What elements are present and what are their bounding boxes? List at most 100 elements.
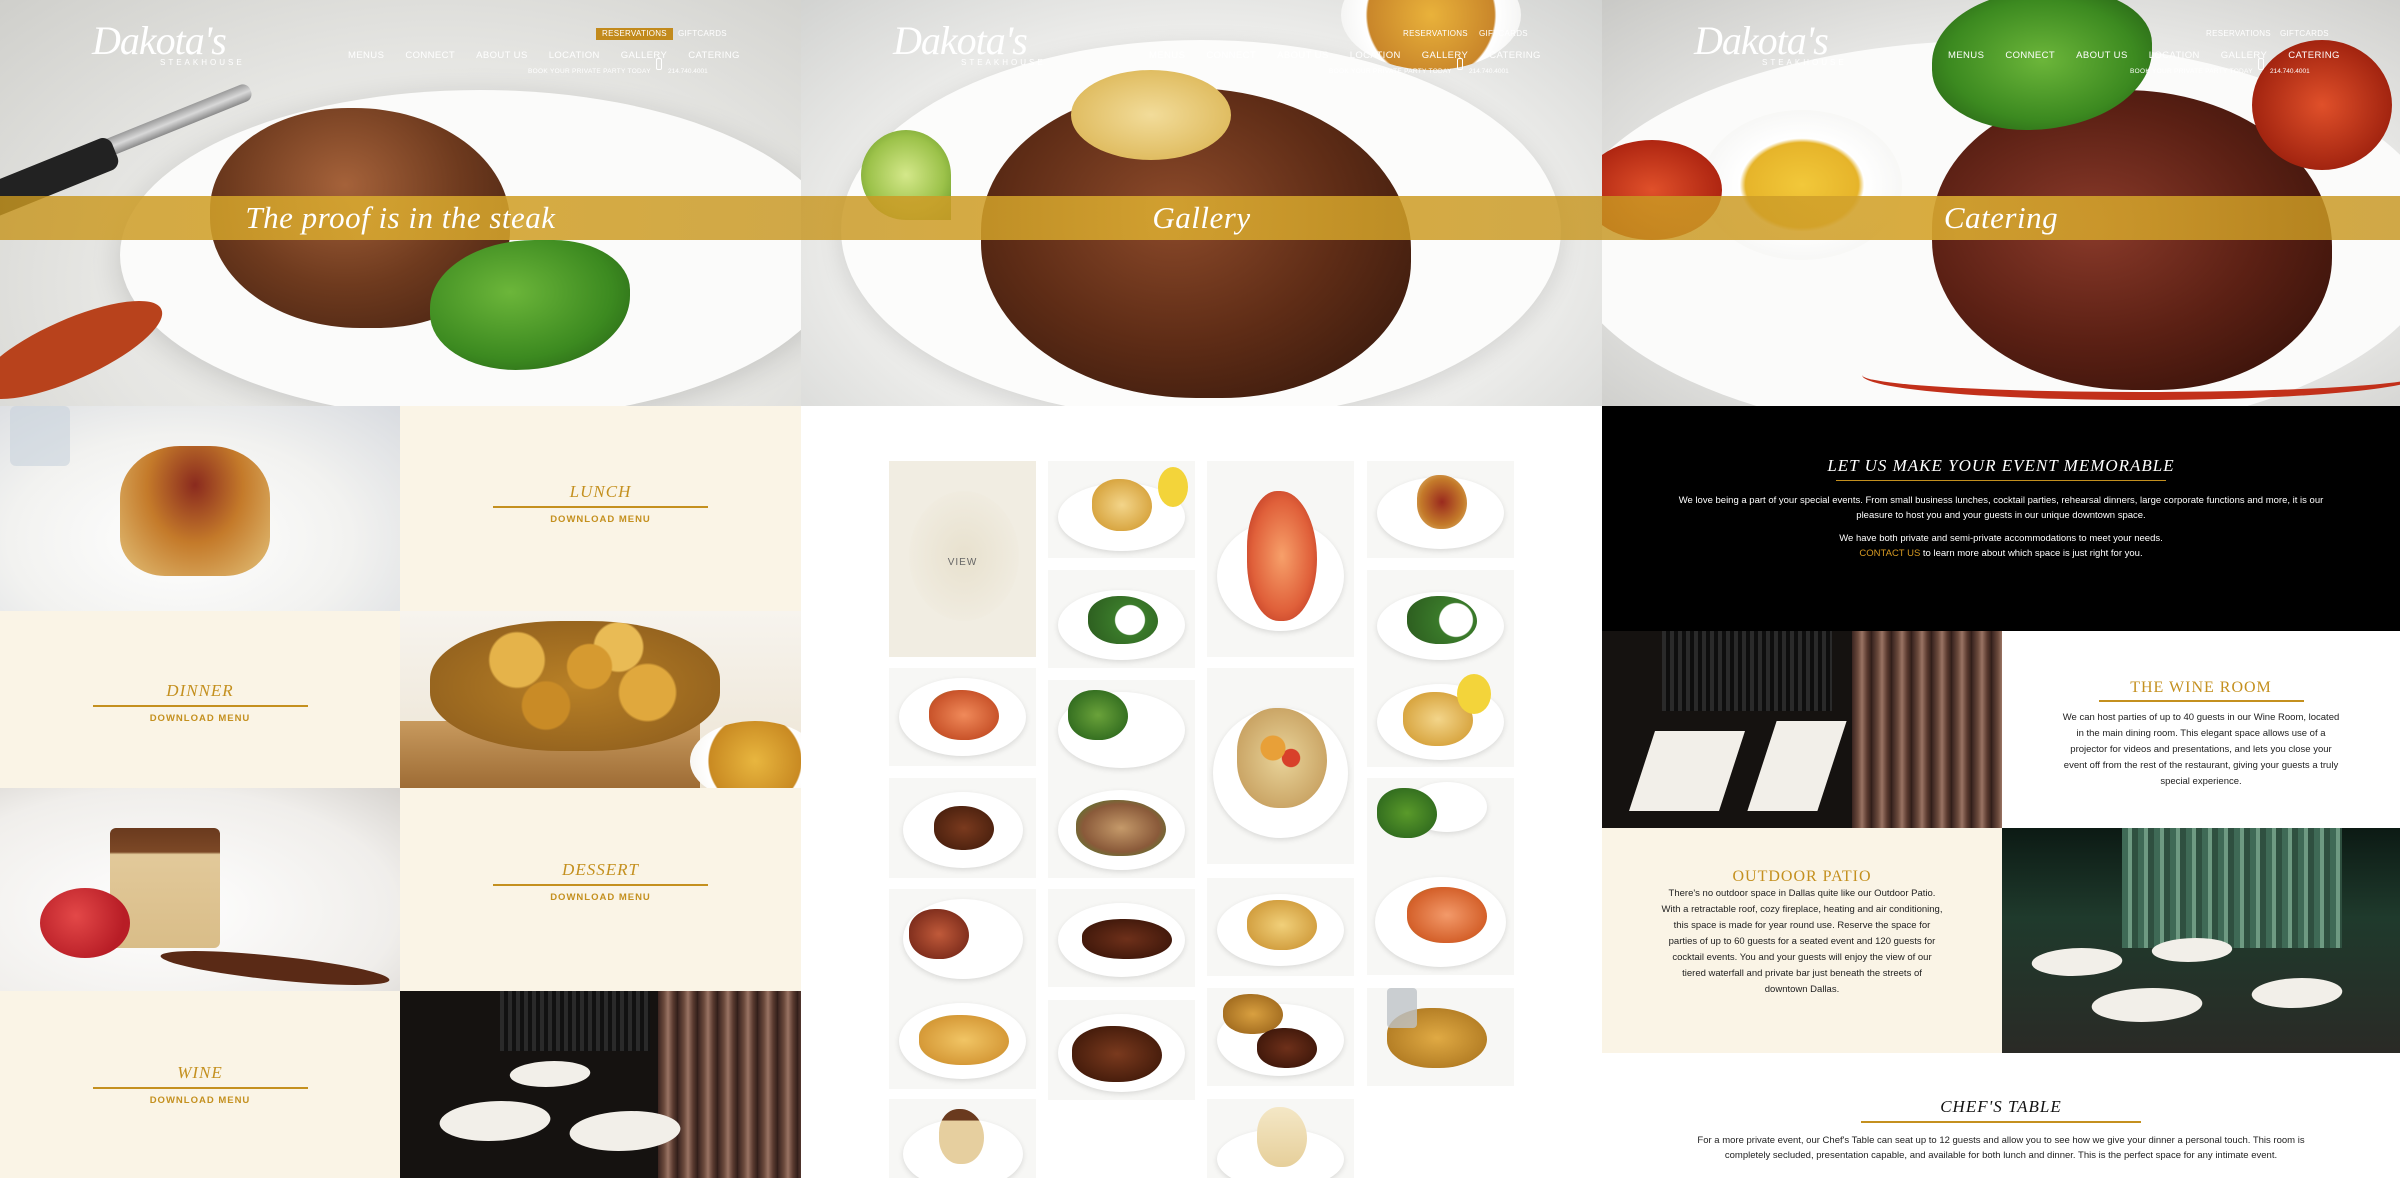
main-nav: MENUS CONNECT ABOUT US LOCATION GALLERY … [348,50,761,61]
phone-icon [656,58,662,70]
lunch-download-link[interactable]: DOWNLOAD MENU [400,514,801,525]
gallery-photo[interactable] [1048,778,1195,878]
gallery-photo[interactable] [889,778,1036,878]
nav-about-us[interactable]: ABOUT US [1277,50,1329,61]
nav-catering[interactable]: CATERING [1489,50,1541,61]
long-table [1629,731,1745,811]
nav-location[interactable]: LOCATION [549,50,600,61]
gallery-photo[interactable] [1048,680,1195,778]
dessert-photo [0,788,400,991]
chocolate-sauce [159,944,391,991]
reservations-link[interactable]: RESERVATIONS [2200,28,2277,40]
curtain [1852,631,2002,828]
gallery-photo[interactable] [1207,668,1354,864]
nav-connect[interactable]: CONNECT [1206,50,1256,61]
gallery-photo[interactable] [1048,461,1195,558]
logo-subtitle: STEAKHOUSE [160,58,245,67]
gallery-page-panel: Gallery Dakota's STEAKHOUSE RESERVATIONS… [801,0,1602,1178]
gallery-photo[interactable] [1207,1099,1354,1178]
gallery-photo[interactable] [1367,857,1514,975]
menus-page-panel: The proof is in the steak Dakota's STEAK… [0,0,801,1178]
contact-us-link[interactable]: CONTACT US [1859,548,1920,559]
phone-number[interactable]: 214.740.4001 [2270,68,2310,75]
logo[interactable]: Dakota's STEAKHOUSE [893,21,1046,68]
fried-bites [430,621,720,751]
intro-contact-line: CONTACT US to learn more about which spa… [1671,546,2331,561]
gallery-photo[interactable] [1367,988,1514,1086]
giftcards-link[interactable]: GIFTCARDS [1473,28,1534,40]
wine-room-photo [1602,631,2002,828]
lunch-title: LUNCH [569,482,632,501]
nav-about-us[interactable]: ABOUT US [2076,50,2128,61]
gallery-photo[interactable] [889,989,1036,1089]
gallery-photo[interactable] [1048,889,1195,987]
hero-title-band: Catering [1602,196,2400,240]
site-header: Dakota's STEAKHOUSE RESERVATIONS GIFTCAR… [1602,0,2400,90]
nav-connect[interactable]: CONNECT [405,50,455,61]
nav-menus[interactable]: MENUS [348,50,384,61]
gallery-photo[interactable] [1207,878,1354,976]
gallery-photo[interactable] [889,1099,1036,1178]
salmon-dish [1407,887,1487,943]
main-nav: MENUS CONNECT ABOUT US LOCATION GALLERY … [1149,50,1562,61]
private-party-note: BOOK YOUR PRIVATE PARTY TODAY [1329,68,1452,75]
gallery-photo[interactable] [1367,570,1514,668]
nav-catering[interactable]: CATERING [688,50,740,61]
phone-number[interactable]: 214.740.4001 [668,68,708,75]
side-bowl [690,721,801,788]
dinner-menu-tile: DINNER DOWNLOAD MENU [0,611,400,788]
chefs-table-section: CHEF'S TABLE For a more private event, o… [1602,1053,2400,1178]
gallery-photo[interactable] [1048,1000,1195,1100]
gallery-photo[interactable] [1367,461,1514,558]
gallery-photo[interactable] [1207,988,1354,1086]
outdoor-patio-text: There's no outdoor space in Dallas quite… [1661,888,1943,995]
phone-number[interactable]: 214.740.4001 [1469,68,1509,75]
giftcards-link[interactable]: GIFTCARDS [672,28,733,40]
gallery-photo[interactable] [1048,570,1195,668]
gallery-photo[interactable] [889,668,1036,766]
pasta-dish [1076,800,1166,856]
logo[interactable]: Dakota's STEAKHOUSE [1694,21,1847,68]
gallery-view-tile[interactable]: VIEW [889,461,1036,657]
nav-connect[interactable]: CONNECT [2005,50,2055,61]
gallery-photo[interactable] [1367,668,1514,767]
wine-wall [1662,631,1832,711]
intro-paragraph-2: We have both private and semi-private ac… [1839,533,2163,544]
private-party-note: BOOK YOUR PRIVATE PARTY TODAY [528,68,651,75]
nav-menus[interactable]: MENUS [1149,50,1185,61]
hero-image-steak: The proof is in the steak Dakota's STEAK… [0,0,801,406]
reservations-button[interactable]: RESERVATIONS [596,28,673,40]
wine-room-title: THE WINE ROOM [2130,679,2272,696]
curtain [658,991,801,1178]
giftcards-link[interactable]: GIFTCARDS [2274,28,2335,40]
nav-menus[interactable]: MENUS [1948,50,1984,61]
divider [493,506,708,508]
site-header: Dakota's STEAKHOUSE RESERVATIONS GIFTCAR… [801,0,1602,90]
cake-dish [1257,1107,1307,1167]
salmon-dish [929,690,999,740]
chefs-table-title: CHEF'S TABLE [1940,1097,2062,1116]
wine-download-link[interactable]: DOWNLOAD MENU [0,1095,400,1106]
logo[interactable]: Dakota's STEAKHOUSE [92,21,245,68]
nav-about-us[interactable]: ABOUT US [476,50,528,61]
dessert-menu-tile: DESSERT DOWNLOAD MENU [400,788,801,991]
nav-catering[interactable]: CATERING [2288,50,2340,61]
strawberries [40,888,130,958]
dessert-download-link[interactable]: DOWNLOAD MENU [400,892,801,903]
gallery-photo[interactable] [889,889,1036,989]
potato-dish [1247,900,1317,950]
view-label: VIEW [947,557,978,568]
reservations-link[interactable]: RESERVATIONS [1397,28,1474,40]
gallery-photo[interactable] [1207,461,1354,657]
dinner-download-link[interactable]: DOWNLOAD MENU [0,713,400,724]
food-stack [120,446,270,576]
waterfall [2122,828,2342,948]
faded-photo [909,491,1019,621]
intro-heading: LET US MAKE YOUR EVENT MEMORABLE [1827,456,2175,475]
nav-location[interactable]: LOCATION [2149,50,2200,61]
catering-page-panel: Catering Dakota's STEAKHOUSE RESERVATION… [1602,0,2400,1178]
nav-location[interactable]: LOCATION [1350,50,1401,61]
wine-room-text: We can host parties of up to 40 guests i… [2062,712,2340,787]
wine-room-info: THE WINE ROOM We can host parties of up … [2002,631,2400,828]
patio-table [2247,978,2347,1008]
